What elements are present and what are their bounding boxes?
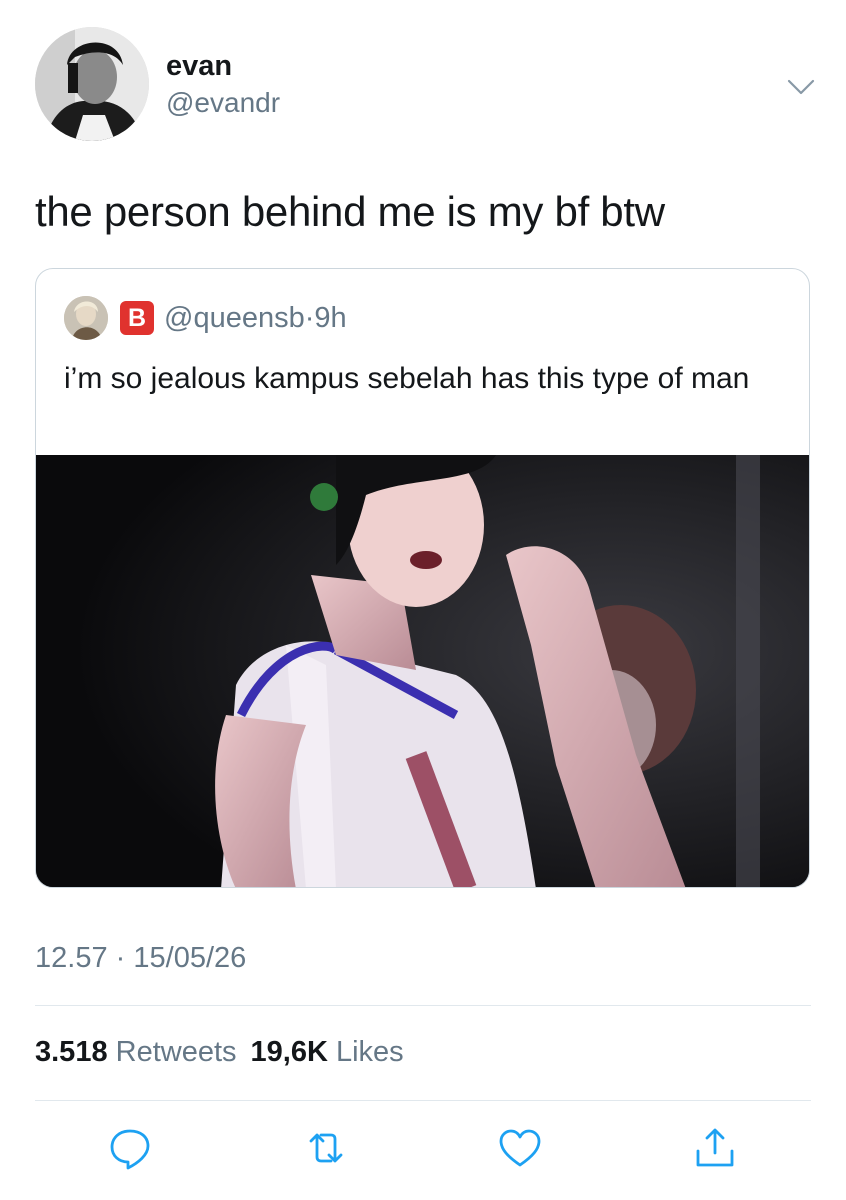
meta-separator: · [304, 302, 315, 334]
tweet-time: 12.57 [35, 942, 108, 974]
quoted-tweet-card[interactable]: B @queensb·9h i’m so jealous kampus sebe… [35, 268, 810, 888]
tweet-date: 15/05/26 [133, 942, 247, 974]
tweet-stats: 3.518 Retweets 19,6K Likes [35, 1032, 404, 1072]
author-avatar[interactable] [35, 27, 149, 141]
like-icon[interactable] [497, 1125, 543, 1171]
action-bar [0, 1125, 846, 1175]
profile-photo [35, 27, 149, 141]
quoted-author-badge: B [120, 301, 154, 335]
share-icon[interactable] [692, 1125, 738, 1171]
likes-count: 19,6K [250, 1036, 328, 1068]
quoted-tweet-text: i’m so jealous kampus sebelah has this t… [64, 362, 750, 395]
photo [36, 443, 809, 887]
tweet-header: evan @evandr [35, 27, 815, 147]
reply-icon[interactable] [107, 1125, 153, 1171]
author-handle[interactable]: @evandr [166, 85, 280, 121]
author-display-name[interactable]: evan [166, 49, 280, 83]
divider [35, 1005, 811, 1006]
retweet-icon[interactable] [303, 1125, 349, 1171]
meta-separator: · [115, 942, 126, 974]
retweets-count: 3.518 [35, 1036, 108, 1068]
retweets-label: Retweets [115, 1036, 237, 1068]
retweets-stat[interactable]: 3.518 Retweets [35, 1036, 237, 1068]
profile-photo [64, 296, 108, 340]
quoted-tweet-meta: @queensb·9h [164, 299, 347, 337]
tweet-timestamp[interactable]: 12.57 · 15/05/26 [35, 942, 246, 975]
quoted-author-avatar[interactable] [64, 296, 108, 340]
quoted-tweet-time: 9h [314, 302, 347, 334]
likes-stat[interactable]: 19,6K Likes [251, 1036, 404, 1068]
quoted-tweet-photo[interactable] [36, 443, 809, 887]
likes-label: Likes [335, 1036, 404, 1068]
quoted-author-handle[interactable]: @queensb [164, 302, 305, 334]
divider [35, 1100, 811, 1101]
chevron-down-icon[interactable] [787, 77, 815, 97]
tweet-text: the person behind me is my bf btw [35, 188, 665, 235]
